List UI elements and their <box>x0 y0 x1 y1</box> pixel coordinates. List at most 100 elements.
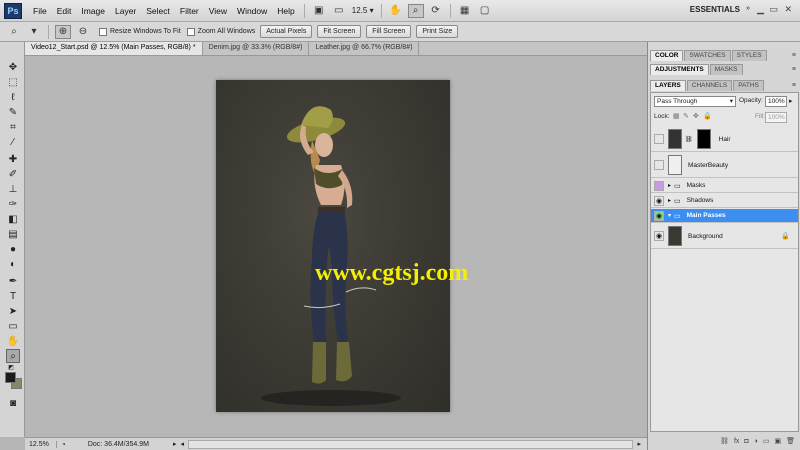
blend-mode-select[interactable]: Pass Through ▾ <box>654 96 736 107</box>
menu-layer[interactable]: Layer <box>110 6 141 16</box>
fill-input[interactable]: 100% <box>765 112 787 123</box>
expand-arrow-icon[interactable]: ▸ <box>668 182 671 189</box>
panel-menu-icon[interactable]: ≡ <box>792 82 796 89</box>
link-layers-icon[interactable]: ⛓ <box>720 437 729 445</box>
layer-group-main-passes[interactable]: ◉ ▾ ▭ Main Passes <box>651 209 798 223</box>
opacity-dropdown-icon[interactable]: ▸ <box>789 97 793 105</box>
panel-menu-icon[interactable]: ≡ <box>792 66 796 73</box>
quick-mask-icon[interactable]: ◙ <box>6 396 20 410</box>
hand-tool-icon[interactable]: ✋ <box>388 4 404 18</box>
maximize-icon[interactable]: ▭ <box>769 4 778 15</box>
layer-row-hair[interactable]: ⛓ Hair <box>651 127 798 152</box>
tab-paths[interactable]: PATHS <box>733 80 764 91</box>
minimize-icon[interactable]: ▁ <box>757 4 764 15</box>
scroll-left-icon[interactable]: ◂ <box>180 440 184 448</box>
default-colors-icon[interactable]: ◩ <box>8 364 14 371</box>
visibility-toggle[interactable]: ◉ <box>654 195 664 206</box>
panel-menu-icon[interactable]: ≡ <box>792 52 796 59</box>
delete-layer-icon[interactable]: 🗑 <box>786 437 795 445</box>
quick-select-tool-icon[interactable]: ✎ <box>6 105 20 119</box>
rotate-view-icon[interactable]: ⟳ <box>428 4 444 18</box>
opacity-input[interactable]: 100% <box>765 96 787 107</box>
fit-screen-button[interactable]: Fit Screen <box>317 25 362 38</box>
print-size-button[interactable]: Print Size <box>416 25 459 38</box>
pen-tool-icon[interactable]: ✒ <box>6 274 20 288</box>
lock-pixels-icon[interactable]: ✎ <box>683 112 689 120</box>
crop-tool-icon[interactable]: ⌗ <box>6 120 20 134</box>
eraser-tool-icon[interactable]: ◧ <box>6 212 20 226</box>
zoom-in-icon[interactable]: ⊕ <box>55 24 71 39</box>
tab-masks[interactable]: MASKS <box>709 64 743 75</box>
new-group-icon[interactable]: ▭ <box>763 437 770 445</box>
lock-transparent-icon[interactable]: ▦ <box>673 112 680 120</box>
bridge-icon[interactable]: ▣ <box>311 4 327 18</box>
add-mask-icon[interactable]: ◘ <box>744 438 748 445</box>
fill-screen-button[interactable]: Fill Screen <box>366 25 412 38</box>
menu-image[interactable]: Image <box>76 6 110 16</box>
resize-windows-checkbox[interactable]: Resize Windows To Fit <box>99 27 181 36</box>
visibility-toggle[interactable] <box>654 160 664 170</box>
layer-mask-thumbnail[interactable] <box>696 129 711 149</box>
tab-channels[interactable]: CHANNELS <box>686 80 733 91</box>
menu-view[interactable]: View <box>204 6 232 16</box>
blur-tool-icon[interactable]: ● <box>6 242 20 256</box>
visibility-toggle[interactable]: ◉ <box>654 210 664 221</box>
dodge-tool-icon[interactable]: ◐ <box>6 257 20 271</box>
visibility-toggle[interactable] <box>654 134 664 144</box>
layer-row-masterbeauty[interactable]: MasterBeauty <box>651 153 798 178</box>
menu-file[interactable]: File <box>28 6 52 16</box>
adjustment-layer-icon[interactable]: ◑ <box>754 438 758 445</box>
visibility-toggle[interactable]: ◉ <box>654 231 664 241</box>
menu-filter[interactable]: Filter <box>175 6 204 16</box>
scroll-right-icon[interactable]: ▸ <box>637 440 641 448</box>
marquee-tool-icon[interactable]: ⬚ <box>6 75 20 89</box>
zoom-level-dropdown[interactable]: 12.5 ▾ <box>349 6 377 15</box>
foreground-color-swatch[interactable] <box>5 372 16 383</box>
type-tool-icon[interactable]: T <box>6 289 20 303</box>
tab-leather[interactable]: Leather.jpg @ 66.7% (RGB/8#) <box>309 42 420 55</box>
lasso-tool-icon[interactable]: ℓ <box>6 90 20 104</box>
workspace-switcher[interactable]: ESSENTIALS <box>690 5 740 14</box>
gradient-tool-icon[interactable]: ▤ <box>6 227 20 241</box>
hand-tool-icon[interactable]: ✋ <box>6 334 20 348</box>
preset-dropdown-icon[interactable]: ▾ <box>26 25 42 39</box>
lock-position-icon[interactable]: ✥ <box>693 112 699 120</box>
layer-row-background[interactable]: ◉ Background 🔒 <box>651 224 798 249</box>
status-info-icon[interactable]: ◔ <box>61 440 66 449</box>
healing-brush-tool-icon[interactable]: ✚ <box>6 152 20 166</box>
new-layer-icon[interactable]: ▣ <box>774 437 781 445</box>
status-zoom[interactable]: 12.5% <box>25 440 57 448</box>
tab-swatches[interactable]: SWATCHES <box>684 50 731 61</box>
horizontal-scrollbar[interactable] <box>187 439 634 449</box>
menu-window[interactable]: Window <box>232 6 272 16</box>
menu-help[interactable]: Help <box>272 6 299 16</box>
brush-tool-icon[interactable]: ✐ <box>6 167 20 181</box>
lock-all-icon[interactable]: 🔒 <box>703 112 712 120</box>
zoom-tool-icon[interactable]: ⌕ <box>6 349 20 363</box>
tab-styles[interactable]: STYLES <box>731 50 767 61</box>
menu-select[interactable]: Select <box>141 6 175 16</box>
expand-arrow-icon[interactable]: ▸ <box>668 197 671 204</box>
expand-arrow-icon[interactable]: ▾ <box>668 212 671 219</box>
tab-layers[interactable]: LAYERS <box>650 80 686 91</box>
shape-tool-icon[interactable]: ▭ <box>6 319 20 333</box>
tab-denim[interactable]: Denim.jpg @ 33.3% (RGB/8#) <box>203 42 310 55</box>
tab-adjustments[interactable]: ADJUSTMENTS <box>650 64 709 75</box>
history-brush-tool-icon[interactable]: ✑ <box>6 197 20 211</box>
document-canvas[interactable] <box>216 80 450 412</box>
path-select-tool-icon[interactable]: ➤ <box>6 304 20 318</box>
eyedropper-tool-icon[interactable]: ⁄ <box>6 135 20 149</box>
actual-pixels-button[interactable]: Actual Pixels <box>260 25 313 38</box>
menu-edit[interactable]: Edit <box>52 6 77 16</box>
zoom-out-icon[interactable]: ⊖ <box>75 25 91 39</box>
zoom-preset-icon[interactable]: ⌕ <box>6 25 22 39</box>
zoom-tool-icon[interactable]: ⌕ <box>407 3 424 18</box>
tab-video12-start[interactable]: Video12_Start.psd @ 12.5% (Main Passes, … <box>25 42 203 55</box>
view-extras-icon[interactable]: ▭ <box>331 4 347 18</box>
workspace-expand-icon[interactable]: » <box>746 5 750 12</box>
zoom-all-windows-checkbox[interactable]: Zoom All Windows <box>186 27 255 36</box>
layer-group-masks[interactable]: ▸ ▭ Masks <box>651 179 798 193</box>
canvas-area[interactable]: www.cgtsj.com <box>25 57 647 437</box>
move-tool-icon[interactable]: ✥ <box>6 60 20 74</box>
clone-stamp-tool-icon[interactable]: ⊥ <box>6 182 20 196</box>
